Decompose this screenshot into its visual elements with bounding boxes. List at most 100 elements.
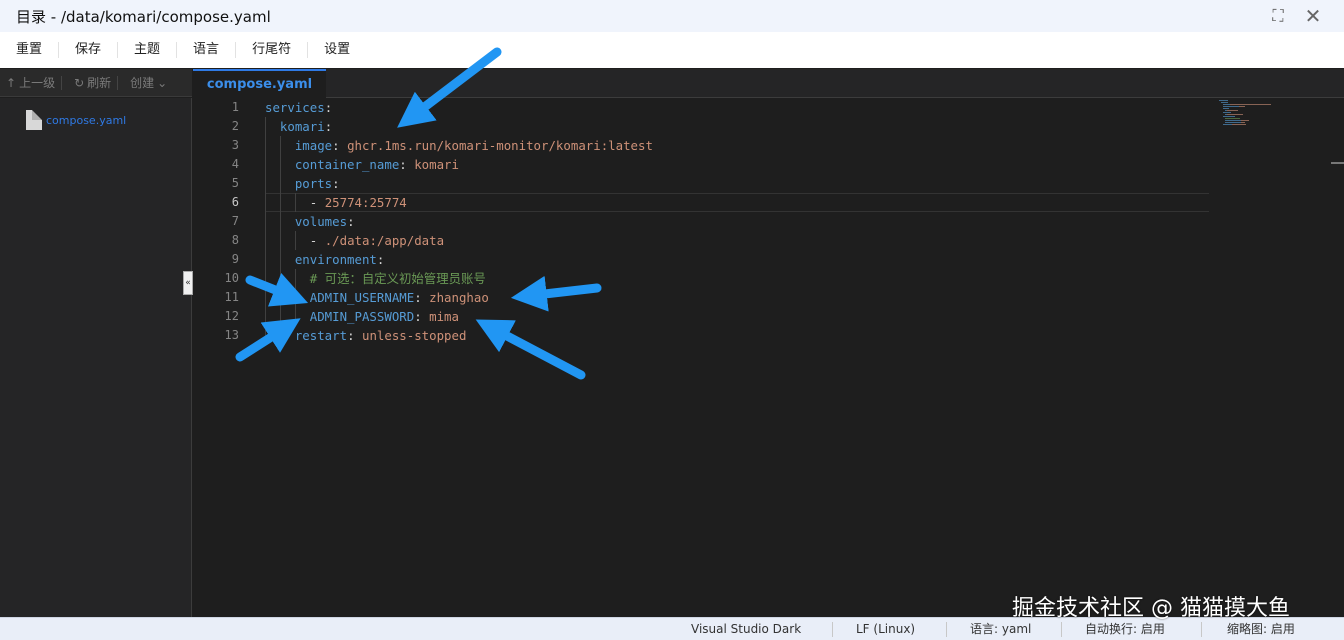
code-line[interactable]: 11 ADMIN_USERNAME: zhanghao (193, 288, 1344, 307)
code-token: ghcr.1ms.run/komari-monitor/komari:lates… (347, 138, 653, 153)
watermark: 掘金技术社区 @ 猫猫摸大鱼 (1012, 596, 1290, 621)
status-theme[interactable]: Visual Studio Dark (691, 618, 801, 640)
minimap-line (1227, 102, 1228, 103)
code-text: ADMIN_USERNAME: zhanghao (265, 288, 489, 307)
indent-guide (265, 117, 266, 345)
code-text: - ./data:/app/data (265, 231, 444, 250)
minimap-line (1241, 120, 1249, 121)
line-number: 6 (231, 195, 239, 209)
chevron-down-icon: ⌄ (157, 75, 168, 90)
menu-reset[interactable]: 重置 (0, 42, 60, 58)
code-text: image: ghcr.1ms.run/komari-monitor/komar… (265, 136, 653, 155)
code-token: volumes (265, 214, 348, 229)
minimap[interactable] (1219, 100, 1279, 130)
code-token: restart (265, 328, 348, 343)
window-title: 目录 - /data/komari/compose.yaml (16, 7, 271, 26)
code-text: environment: (265, 250, 385, 269)
code-line[interactable]: 4 container_name: komari (193, 155, 1344, 174)
minimap-line (1241, 122, 1245, 123)
refresh-icon: ↻ (74, 75, 85, 90)
line-number: 8 (231, 233, 239, 247)
minimap-line (1223, 112, 1230, 113)
code-line[interactable]: 8 - ./data:/app/data (193, 231, 1344, 250)
minimap-line (1223, 116, 1234, 117)
code-token: : (414, 290, 430, 305)
code-text: komari: (265, 117, 332, 136)
refresh-label: 刷新 (87, 75, 112, 90)
code-line[interactable]: 13 restart: unless-stopped (193, 326, 1344, 345)
code-text: volumes: (265, 212, 355, 231)
code-token: : (376, 252, 385, 267)
status-divider (832, 622, 833, 637)
menu-settings[interactable]: 设置 (308, 42, 366, 58)
code-token: zhanghao (429, 290, 489, 305)
code-token: image (265, 138, 333, 153)
menu-eol[interactable]: 行尾符 (236, 42, 309, 58)
line-number: 1 (231, 100, 239, 114)
menu-theme[interactable]: 主题 (118, 42, 178, 58)
code-editor[interactable]: 1 services: 2 komari: 3 image: ghcr.1ms.run… (193, 98, 1344, 617)
editor-tab-bar: compose.yaml (193, 69, 1344, 98)
line-number: 11 (224, 290, 239, 304)
code-token: : (332, 138, 348, 153)
create-button[interactable]: 创建 ⌄ (118, 76, 173, 90)
minimap-line (1227, 114, 1243, 115)
status-divider (1201, 622, 1202, 637)
line-number: 12 (224, 309, 239, 323)
code-text: services: (265, 98, 332, 117)
minimap-line (1225, 118, 1240, 119)
code-line[interactable]: 7 volumes: (193, 212, 1344, 231)
minimap-line (1239, 106, 1245, 107)
up-button[interactable]: ↑ 上一级 (0, 75, 63, 90)
file-tree: compose.yaml (0, 98, 192, 617)
minimap-line (1227, 100, 1228, 101)
menu-bar: 重置 保存 主题 语言 行尾符 设置 (0, 32, 1344, 68)
minimap-line (1225, 122, 1239, 123)
status-divider (1061, 622, 1062, 637)
menu-language[interactable]: 语言 (177, 42, 237, 58)
line-number: 2 (231, 119, 239, 133)
maximize-icon[interactable]: ⛶ (1268, 6, 1288, 26)
code-token: 25774:25774 (324, 195, 407, 210)
line-number: 9 (231, 252, 239, 266)
line-number: 13 (224, 328, 239, 342)
code-line[interactable]: 3 image: ghcr.1ms.run/komari-monitor/kom… (193, 136, 1344, 155)
code-text: - 25774:25774 (265, 193, 407, 212)
code-token: environment (265, 252, 377, 267)
code-token: : (399, 157, 415, 172)
minimap-line (1232, 124, 1246, 125)
code-text: # 可选：自定义初始管理员账号 (265, 269, 486, 288)
tab-compose-yaml[interactable]: compose.yaml (193, 69, 326, 98)
status-eol[interactable]: LF (Linux) (856, 618, 915, 640)
code-token: mima (429, 309, 459, 324)
file-icon (26, 110, 42, 130)
code-token: ports (265, 176, 333, 191)
file-tree-item[interactable]: compose.yaml (26, 110, 126, 130)
code-token: ADMIN_PASSWORD (265, 309, 415, 324)
menu-save[interactable]: 保存 (59, 42, 119, 58)
code-token: : (347, 214, 355, 229)
code-line[interactable]: 5 ports: (193, 174, 1344, 193)
code-line[interactable]: 2 komari: (193, 117, 1344, 136)
code-line[interactable]: 1 services: (193, 98, 1344, 117)
close-icon[interactable]: ✕ (1303, 4, 1323, 28)
file-tree-item-label: compose.yaml (46, 113, 127, 127)
code-token: services (265, 100, 325, 115)
code-text: ports: (265, 174, 340, 193)
refresh-button[interactable]: ↻ 刷新 (62, 75, 119, 90)
arrow-up-icon: ↑ (6, 75, 17, 90)
code-line[interactable]: 12 ADMIN_PASSWORD: mima (193, 307, 1344, 326)
code-line[interactable]: 9 environment: (193, 250, 1344, 269)
sidebar-collapse-handle[interactable]: « (183, 271, 193, 295)
code-line[interactable]: 10 # 可选：自定义初始管理员账号 (193, 269, 1344, 288)
code-token: ADMIN_USERNAME (265, 290, 415, 305)
line-number: 10 (224, 271, 239, 285)
line-number: 3 (231, 138, 239, 152)
minimap-line (1223, 124, 1230, 125)
scrollbar-marker[interactable] (1331, 162, 1344, 164)
indent-guide (295, 269, 296, 326)
code-token: ./data:/app/data (324, 233, 445, 248)
minimap-line (1225, 120, 1239, 121)
minimap-line (1234, 116, 1235, 117)
code-line[interactable]: 6 - 25774:25774 (193, 193, 1344, 212)
